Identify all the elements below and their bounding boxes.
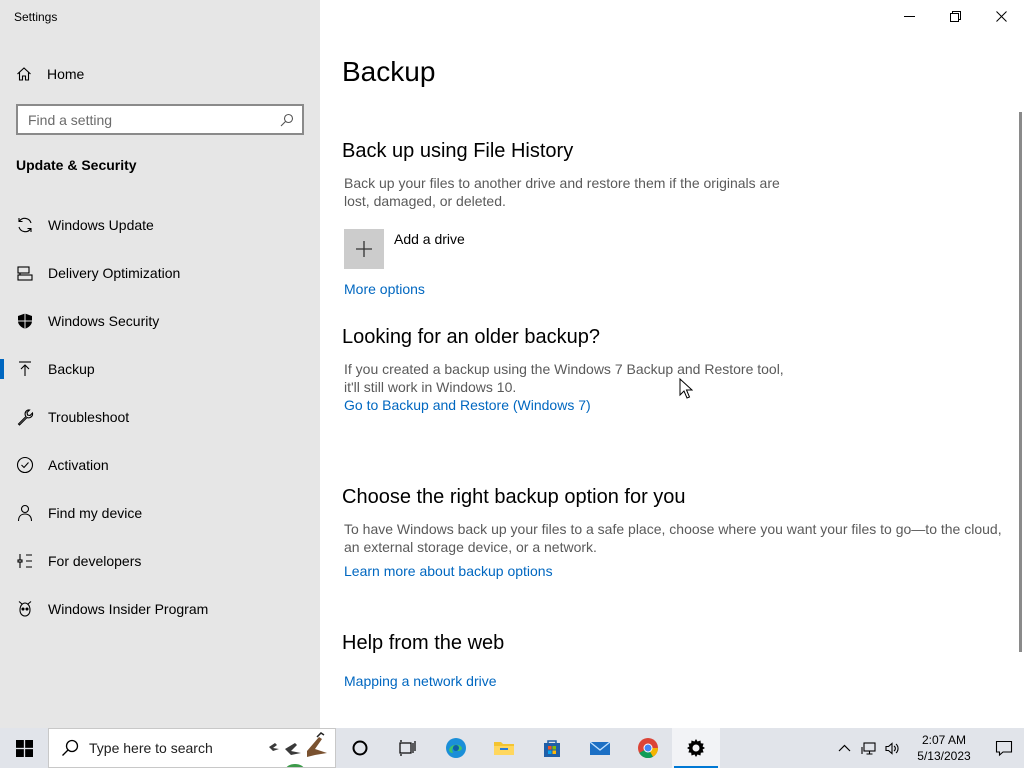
mapping-network-drive-link[interactable]: Mapping a network drive (344, 673, 497, 689)
cortana-circle-icon (352, 740, 368, 756)
edge-browser-icon (446, 738, 466, 758)
check-circle-icon (16, 456, 34, 474)
older-backup-description: If you created a backup using the Window… (344, 361, 784, 395)
mail-envelope-icon (589, 741, 611, 755)
clock-date: 5/13/2023 (917, 749, 971, 763)
clock-time: 2:07 AM (921, 733, 967, 747)
store-taskbar-button[interactable] (528, 728, 576, 768)
restore-icon (949, 10, 961, 22)
chrome-taskbar-button[interactable] (624, 728, 672, 768)
insider-icon (18, 601, 32, 617)
sidebar-item-backup[interactable]: Backup (0, 345, 320, 393)
sidebar-item-troubleshoot[interactable]: Troubleshoot (0, 393, 320, 441)
sidebar-item-delivery-optimization[interactable]: Delivery Optimization (0, 249, 320, 297)
help-heading: Help from the web (342, 632, 505, 654)
home-icon (17, 67, 31, 81)
find-setting-search[interactable] (16, 104, 304, 135)
older-backup-heading: Looking for an older backup? (342, 326, 600, 348)
add-drive-button[interactable]: Add a drive (344, 229, 465, 269)
sidebar-item-label: Activation (48, 457, 109, 473)
home-link[interactable]: Home (16, 62, 84, 86)
sidebar: Settings Home Update & Security Windows … (0, 0, 320, 728)
settings-taskbar-button[interactable] (672, 728, 720, 768)
sidebar-item-label: Troubleshoot (48, 409, 130, 425)
taskbar-search[interactable]: Type here to search (48, 728, 336, 768)
backup-restore-windows7-link[interactable]: Go to Backup and Restore (Windows 7) (344, 397, 591, 413)
gear-icon (687, 739, 705, 757)
search-input[interactable] (28, 111, 280, 128)
taskbar-clock[interactable]: 2:07 AM 5/13/2023 (904, 732, 984, 764)
file-history-description: Back up your files to another drive and … (344, 175, 780, 209)
taskbar: Type here to search 2:07 AM 5/13/2023 (0, 728, 1024, 768)
mouse-cursor-icon (679, 378, 693, 399)
sidebar-item-windows-insider[interactable]: Windows Insider Program (0, 585, 320, 633)
windows-logo-icon (15, 739, 33, 757)
start-button[interactable] (0, 728, 48, 768)
sidebar-item-for-developers[interactable]: For developers (0, 537, 320, 585)
delivery-icon (17, 266, 33, 281)
sidebar-item-find-my-device[interactable]: Find my device (0, 489, 320, 537)
more-options-link[interactable]: More options (344, 281, 425, 297)
add-drive-tile (344, 229, 384, 269)
notification-icon (995, 740, 1013, 757)
birds-doodle-icon (269, 732, 327, 767)
mail-taskbar-button[interactable] (576, 728, 624, 768)
file-explorer-taskbar-button[interactable] (480, 728, 528, 768)
minimize-button[interactable] (886, 0, 932, 32)
app-title: Settings (14, 10, 58, 24)
volume-tray-button[interactable] (880, 728, 904, 768)
scrollbar[interactable] (1019, 112, 1022, 652)
edge-taskbar-button[interactable] (432, 728, 480, 768)
window-controls (886, 0, 1024, 32)
sidebar-item-windows-security[interactable]: Windows Security (0, 297, 320, 345)
learn-backup-options-link[interactable]: Learn more about backup options (344, 563, 553, 579)
developer-icon (17, 554, 32, 568)
task-view-icon (399, 740, 416, 756)
close-icon (995, 10, 1007, 22)
close-button[interactable] (978, 0, 1024, 32)
store-bag-icon (544, 740, 560, 757)
sidebar-item-activation[interactable]: Activation (0, 441, 320, 489)
network-icon (860, 741, 876, 755)
home-label: Home (47, 66, 85, 82)
action-center-button[interactable] (984, 728, 1024, 768)
speaker-icon (884, 741, 898, 755)
taskbar-search-placeholder: Type here to search (89, 740, 213, 756)
sidebar-item-label: Windows Update (48, 217, 154, 233)
add-drive-label: Add a drive (394, 231, 465, 247)
minimize-icon (903, 15, 915, 17)
chevron-up-icon (838, 744, 850, 751)
person-icon (17, 504, 33, 522)
section-title: Update & Security (16, 157, 137, 173)
sidebar-item-label: For developers (48, 553, 142, 569)
refresh-icon (18, 217, 32, 233)
file-history-heading: Back up using File History (342, 140, 574, 162)
system-tray: 2:07 AM 5/13/2023 (832, 728, 1024, 768)
wrench-icon (17, 409, 34, 426)
restore-button[interactable] (932, 0, 978, 32)
search-icon (62, 739, 79, 756)
task-view-button[interactable] (384, 728, 432, 768)
sidebar-item-label: Backup (48, 361, 95, 377)
chrome-browser-icon (638, 738, 659, 759)
page-title: Backup (342, 56, 436, 87)
folder-icon (494, 742, 514, 755)
sidebar-item-label: Delivery Optimization (48, 265, 181, 281)
plus-icon (356, 241, 372, 257)
network-tray-button[interactable] (856, 728, 880, 768)
sidebar-item-windows-update[interactable]: Windows Update (0, 201, 320, 249)
choose-option-description: To have Windows back up your files to a … (344, 521, 1002, 555)
sidebar-nav: Windows Update Delivery Optimization Win… (0, 201, 320, 633)
sidebar-item-label: Windows Security (48, 313, 160, 329)
sidebar-item-label: Windows Insider Program (48, 601, 209, 617)
cortana-button[interactable] (336, 728, 384, 768)
backup-icon (19, 361, 31, 376)
shield-icon (18, 313, 32, 329)
show-hidden-icons-button[interactable] (832, 728, 856, 768)
search-icon (280, 113, 294, 126)
sidebar-item-label: Find my device (48, 505, 143, 521)
choose-option-heading: Choose the right backup option for you (342, 486, 686, 508)
